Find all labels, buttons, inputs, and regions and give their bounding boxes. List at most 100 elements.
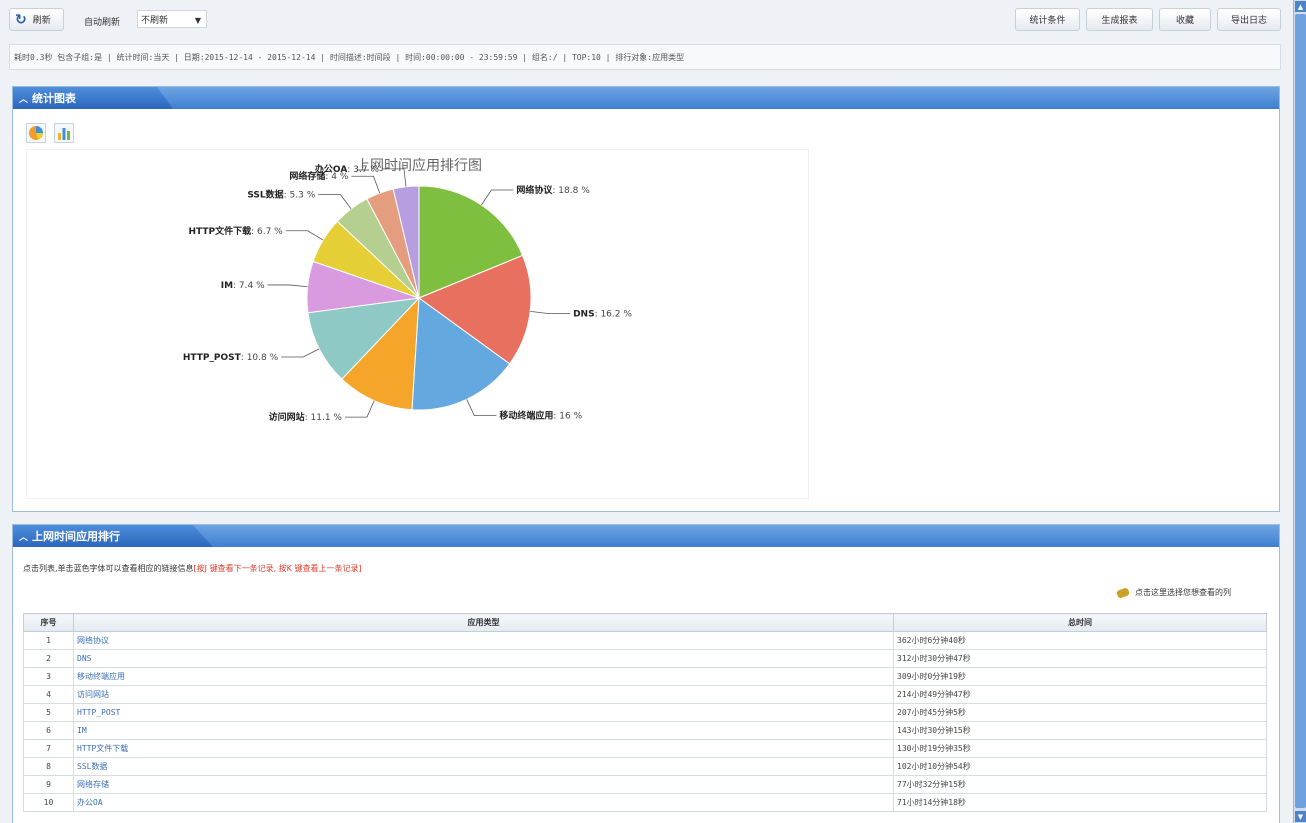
row-app-type[interactable]: SSL数据: [73, 757, 894, 776]
slice-label-connector: [285, 230, 324, 241]
col-header-app-type[interactable]: 应用类型: [73, 613, 894, 632]
chevron-up-icon: ︿: [19, 532, 29, 543]
pie-chart: 上网时间应用排行图 网络协议: 18.8 % DNS: 16.2 % 移动终端应用:…: [26, 149, 809, 499]
table-row[interactable]: 10 办公OA 71小时14分钟18秒: [23, 793, 1267, 812]
generate-report-button[interactable]: 生成报表: [1086, 8, 1153, 31]
row-app-type[interactable]: HTTP文件下载: [73, 739, 894, 758]
table-row[interactable]: 8 SSL数据 102小时10分钟54秒: [23, 757, 1267, 776]
app-type-link[interactable]: 移动终端应用: [77, 672, 125, 681]
hint-keyboard-shortcuts: [按J 键查看下一条记录, 按K 键查看上一条记录]: [193, 564, 362, 573]
export-log-button[interactable]: 导出日志: [1217, 8, 1281, 31]
row-index: 10: [23, 793, 74, 812]
row-index: 7: [23, 739, 74, 758]
slice-label: 访问网站: 11.1 %: [269, 411, 343, 423]
favorite-button[interactable]: 收藏: [1159, 8, 1211, 31]
slice-label-connector: [281, 348, 320, 358]
app-type-link[interactable]: HTTP文件下载: [77, 744, 128, 753]
ranking-panel-header[interactable]: ︿ 上网时间应用排行: [13, 525, 1279, 547]
app-type-link[interactable]: 办公OA: [77, 798, 103, 807]
row-total-time: 312小时30分钟47秒: [893, 649, 1267, 668]
column-chooser-label: 点击这里选择您想查看的列: [1135, 588, 1231, 597]
slice-label-connector: [351, 175, 381, 194]
slice-label: HTTP_POST: 10.8 %: [183, 353, 279, 363]
scroll-thumb[interactable]: [1295, 14, 1306, 808]
slice-label-name: 网络协议: [516, 184, 553, 196]
slice-label: 网络协议: 18.8 %: [516, 184, 590, 196]
pie-chart-svg: 上网时间应用排行图 网络协议: 18.8 %DNS: 16.2 %移动终端应用:…: [183, 157, 633, 423]
query-info-bar: 耗时0.3秒 包含子组:是 | 统计时间:当天 | 日期:2015-12-14 …: [9, 44, 1281, 70]
row-index: 1: [23, 631, 74, 650]
slice-label-value: : 5.3 %: [284, 191, 316, 201]
slice-label-value: : 6.7 %: [251, 227, 283, 237]
slice-label-connector: [530, 310, 571, 314]
column-chooser[interactable]: 点击这里选择您想查看的列: [1115, 586, 1231, 599]
chart-panel-title: 统计图表: [32, 92, 77, 105]
vertical-scrollbar[interactable]: ▲ ▼: [1293, 0, 1306, 823]
col-header-index[interactable]: 序号: [23, 613, 74, 632]
row-total-time: 77小时32分钟15秒: [893, 775, 1267, 794]
chevron-up-icon: ︿: [19, 94, 29, 105]
chart-panel: ︿ 统计图表 上网时间应用排行图 网络协议: 18.8 % DNS: 16.2 %…: [12, 86, 1280, 512]
table-row[interactable]: 9 网络存储 77小时32分钟15秒: [23, 775, 1267, 794]
row-app-type[interactable]: 访问网站: [73, 685, 894, 704]
row-app-type[interactable]: HTTP_POST: [73, 703, 894, 722]
slice-label-name: 访问网站: [269, 411, 305, 423]
row-app-type[interactable]: 移动终端应用: [73, 667, 894, 686]
app-type-link[interactable]: 网络协议: [77, 636, 109, 645]
col-header-total-time[interactable]: 总时间: [893, 613, 1267, 632]
row-total-time: 71小时14分钟18秒: [893, 793, 1267, 812]
scroll-up-icon[interactable]: ▲: [1295, 1, 1306, 12]
scroll-down-icon[interactable]: ▼: [1295, 811, 1306, 822]
stat-conditions-button[interactable]: 统计条件: [1015, 8, 1080, 31]
row-total-time: 102小时10分钟54秒: [893, 757, 1267, 776]
slice-label-name: HTTP_POST: [183, 353, 242, 363]
chart-type-switcher: [26, 123, 74, 143]
table-row[interactable]: 2 DNS 312小时30分钟47秒: [23, 649, 1267, 668]
row-app-type[interactable]: 网络存储: [73, 775, 894, 794]
slice-label-name: 办公OA: [315, 163, 347, 175]
app-type-link[interactable]: 访问网站: [77, 690, 109, 699]
table-row[interactable]: 1 网络协议 362小时6分钟40秒: [23, 631, 1267, 650]
bar-chart-icon[interactable]: [54, 123, 74, 143]
row-total-time: 214小时49分钟47秒: [893, 685, 1267, 704]
slice-label-name: SSL数据: [247, 189, 283, 201]
table-row[interactable]: 3 移动终端应用 309小时0分钟19秒: [23, 667, 1267, 686]
row-total-time: 309小时0分钟19秒: [893, 667, 1267, 686]
slice-label: 办公OA: 3.7 %: [315, 163, 379, 175]
refresh-icon: ↻: [15, 11, 27, 28]
slice-label: SSL数据: 5.3 %: [247, 189, 315, 201]
refresh-label: 刷新: [32, 16, 51, 26]
app-type-link[interactable]: SSL数据: [77, 762, 107, 771]
ranking-table: 序号 应用类型 总时间 1 网络协议 362小时6分钟40秒 2 DNS 312小时30分…: [23, 613, 1267, 812]
row-app-type[interactable]: 办公OA: [73, 793, 894, 812]
refresh-button[interactable]: ↻ 刷新: [9, 8, 64, 31]
table-row[interactable]: 5 HTTP_POST 207小时45分钟5秒: [23, 703, 1267, 722]
slice-label-value: : 3.7 %: [347, 165, 379, 175]
slice-label-name: HTTP文件下载: [188, 225, 251, 237]
row-app-type[interactable]: DNS: [73, 649, 894, 668]
row-app-type[interactable]: 网络协议: [73, 631, 894, 650]
stat-conditions-label: 统计条件: [1029, 16, 1066, 26]
generate-report-label: 生成报表: [1101, 16, 1138, 26]
table-hint: 点击列表,单击蓝色字体可以查看相应的链接信息[按J 键查看下一条记录, 按K 键…: [23, 563, 362, 574]
export-log-label: 导出日志: [1230, 16, 1267, 26]
row-app-type[interactable]: IM: [73, 721, 894, 740]
pie-chart-icon[interactable]: [26, 123, 46, 143]
auto-refresh-label: 自动刷新: [84, 18, 121, 28]
slice-label-connector: [267, 284, 308, 288]
ranking-panel-title: 上网时间应用排行: [32, 530, 121, 543]
slice-label-connector: [481, 189, 514, 206]
hint-text: 点击列表,单击蓝色字体可以查看相应的链接信息: [23, 564, 194, 573]
app-type-link[interactable]: DNS: [77, 654, 91, 663]
app-type-link[interactable]: IM: [77, 726, 87, 735]
auto-refresh-select[interactable]: 不刷新 ▼: [137, 10, 207, 28]
slice-label-value: : 10.8 %: [241, 353, 279, 363]
table-row[interactable]: 4 访问网站 214小时49分钟47秒: [23, 685, 1267, 704]
pencil-icon: [1115, 586, 1131, 599]
chart-panel-header[interactable]: ︿ 统计图表: [13, 87, 1279, 109]
app-type-link[interactable]: HTTP_POST: [77, 708, 120, 717]
table-row[interactable]: 7 HTTP文件下载 130小时19分钟35秒: [23, 739, 1267, 758]
app-type-link[interactable]: 网络存储: [77, 780, 109, 789]
table-row[interactable]: 6 IM 143小时30分钟15秒: [23, 721, 1267, 740]
row-index: 8: [23, 757, 74, 776]
